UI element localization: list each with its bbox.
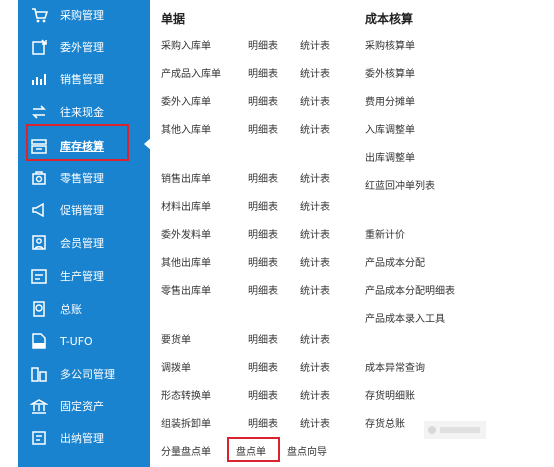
doc-stats-link[interactable]: 统计表 [300, 257, 330, 271]
cost-item-link[interactable]: 产品成本分配明细表 [365, 285, 455, 299]
sidebar-item-0[interactable]: 采购管理 [18, 0, 150, 30]
doc-detail-link[interactable]: 明细表 [248, 229, 278, 243]
doc-name-link[interactable]: 产成品入库单 [161, 68, 221, 82]
sidebar-item-2[interactable]: 销售管理 [18, 64, 150, 94]
doc-stats-link[interactable]: 统计表 [300, 40, 330, 54]
doc-name-link[interactable]: 分量盘点单 [161, 446, 211, 460]
sidebar-item-label: 促销管理 [60, 204, 104, 217]
doc-detail-link[interactable]: 明细表 [248, 173, 278, 187]
doc-detail-link[interactable]: 明细表 [248, 362, 278, 376]
doc-detail-link[interactable]: 明细表 [248, 201, 278, 215]
sidebar-item-10[interactable]: T-UFO [18, 326, 150, 356]
doc-name-link[interactable]: 委外发料单 [161, 229, 211, 243]
doc-stats-link[interactable]: 统计表 [300, 124, 330, 138]
doc-stats-link[interactable]: 统计表 [300, 418, 330, 432]
cost-item-link[interactable]: 产品成本录入工具 [365, 313, 445, 327]
cost-item-link[interactable]: 重新计价 [365, 229, 405, 243]
doc-detail-link[interactable]: 明细表 [248, 334, 278, 348]
doc-stats-link[interactable]: 统计表 [300, 68, 330, 82]
watermark-logo [424, 421, 486, 439]
doc-name-link[interactable]: 其他入库单 [161, 124, 211, 138]
cost-item-link[interactable]: 采购核算单 [365, 40, 415, 54]
doc-stats-link[interactable]: 统计表 [300, 96, 330, 110]
ufo-report-icon [30, 332, 48, 350]
sidebar-item-label: 固定资产 [60, 400, 104, 413]
sidebar-item-label: 销售管理 [60, 73, 104, 86]
sidebar-item-9[interactable]: 总账 [18, 294, 150, 324]
retail-icon [30, 169, 48, 187]
cost-item-link[interactable]: 出库调整单 [365, 152, 415, 166]
cost-item-link[interactable]: 入库调整单 [365, 124, 415, 138]
sales-chart-icon [30, 70, 48, 88]
doc-name-link[interactable]: 委外入库单 [161, 96, 211, 110]
doc-detail-link[interactable]: 明细表 [248, 285, 278, 299]
cost-item-link[interactable]: 红蓝回冲单列表 [365, 180, 435, 194]
doc-name-link[interactable]: 形态转换单 [161, 390, 211, 404]
doc-name-link[interactable]: 其他出库单 [161, 257, 211, 271]
sidebar-item-label: 多公司管理 [60, 368, 115, 381]
stocktake-highlight [227, 437, 280, 462]
doc-stats-link[interactable]: 统计表 [300, 173, 330, 187]
sidebar-item-label: 生产管理 [60, 270, 104, 283]
cart-icon [30, 6, 48, 24]
doc-name-link[interactable]: 调拨单 [161, 362, 191, 376]
active-item-highlight [26, 124, 129, 161]
doc-stats-link[interactable]: 统计表 [300, 229, 330, 243]
doc-name-link[interactable]: 要货单 [161, 334, 191, 348]
sidebar-item-label: 会员管理 [60, 237, 104, 250]
sidebar-item-label: T-UFO [60, 334, 93, 348]
doc-detail-link[interactable]: 明细表 [248, 418, 278, 432]
sidebar-item-5[interactable]: 零售管理 [18, 163, 150, 193]
sidebar-item-6[interactable]: 促销管理 [18, 195, 150, 225]
doc-stats-link[interactable]: 统计表 [300, 362, 330, 376]
doc-name-link[interactable]: 采购入库单 [161, 40, 211, 54]
doc-name-link[interactable]: 组装拆卸单 [161, 418, 211, 432]
sidebar-item-7[interactable]: 会员管理 [18, 228, 150, 258]
cost-header: 成本核算 [365, 12, 414, 26]
doc-stats-link[interactable]: 盘点向导 [287, 446, 327, 460]
cashier-icon [30, 429, 48, 447]
sidebar-item-label: 委外管理 [60, 41, 104, 54]
sidebar-item-label: 总账 [60, 303, 82, 316]
doc-detail-link[interactable]: 明细表 [248, 124, 278, 138]
doc-stats-link[interactable]: 统计表 [300, 334, 330, 348]
doc-detail-link[interactable]: 明细表 [248, 257, 278, 271]
sidebar-item-12[interactable]: 固定资产 [18, 391, 150, 421]
cost-item-link[interactable]: 产品成本分配 [365, 257, 425, 271]
doc-name-link[interactable]: 销售出库单 [161, 173, 211, 187]
cost-item-link[interactable]: 存货总账 [365, 418, 405, 432]
doc-detail-link[interactable]: 明细表 [248, 96, 278, 110]
sidebar-item-3[interactable]: 往来现金 [18, 97, 150, 127]
exchange-icon [30, 103, 48, 121]
member-icon [30, 234, 48, 252]
sidebar-item-label: 往来现金 [60, 106, 104, 119]
doc-stats-link[interactable]: 统计表 [300, 201, 330, 215]
sidebar-item-13[interactable]: 出纳管理 [18, 423, 150, 453]
cost-item-link[interactable]: 费用分摊单 [365, 96, 415, 110]
ledger-icon [30, 300, 48, 318]
doc-name-link[interactable]: 零售出库单 [161, 285, 211, 299]
sidebar-item-8[interactable]: 生产管理 [18, 261, 150, 291]
cost-item-link[interactable]: 委外核算单 [365, 68, 415, 82]
doc-detail-link[interactable]: 明细表 [248, 68, 278, 82]
doc-stats-link[interactable]: 统计表 [300, 285, 330, 299]
megaphone-icon [30, 201, 48, 219]
doc-name-link[interactable]: 材料出库单 [161, 201, 211, 215]
production-icon [30, 267, 48, 285]
sidebar-item-label: 出纳管理 [60, 432, 104, 445]
bank-icon [30, 397, 48, 415]
cost-item-link[interactable]: 存货明细账 [365, 390, 415, 404]
cost-item-link[interactable]: 成本异常查询 [365, 362, 425, 376]
sidebar-item-11[interactable]: 多公司管理 [18, 359, 150, 389]
sidebar-item-label: 采购管理 [60, 9, 104, 22]
documents-header: 单据 [161, 12, 186, 26]
menu-panel: 单据 成本核算 采购入库单 明细表 统计表 产成品入库单 明细表 统计表 委外入库单 明细表统… [150, 0, 554, 467]
sidebar-item-label: 零售管理 [60, 172, 104, 185]
sidebar-item-1[interactable]: 委外管理 [18, 32, 150, 62]
multi-company-icon [30, 365, 48, 383]
outsource-icon [30, 38, 48, 56]
doc-stats-link[interactable]: 统计表 [300, 390, 330, 404]
doc-detail-link[interactable]: 明细表 [248, 390, 278, 404]
doc-detail-link[interactable]: 明细表 [248, 40, 278, 54]
